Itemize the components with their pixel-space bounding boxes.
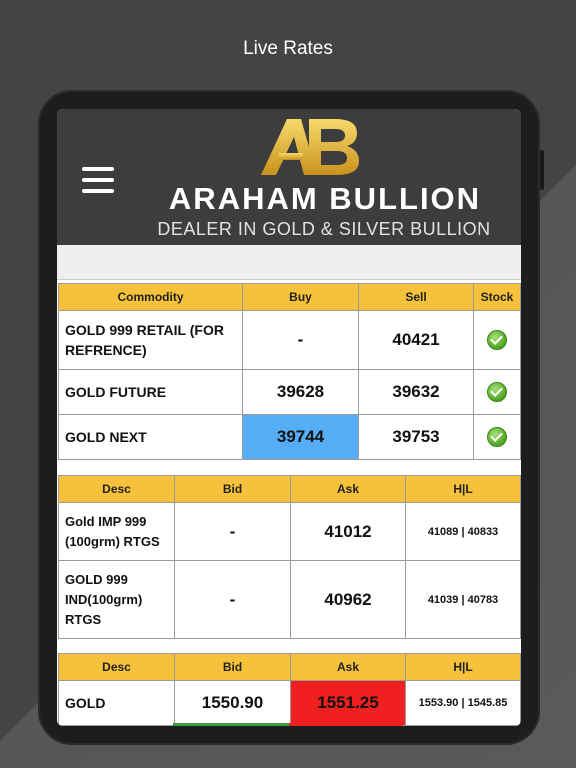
brand-name: ARAHAM BULLION [168, 181, 482, 216]
buy-value: 39628 [242, 369, 359, 415]
col-header-ask: Ask [290, 475, 406, 503]
ask-value: 40962 [290, 560, 406, 639]
table-row: GOLD 1550.90 1551.25 1553.90 | 1545.85 [58, 680, 521, 726]
stock-cell [473, 310, 521, 370]
commodity-name: GOLD FUTURE [58, 369, 243, 415]
bid-up-indicator [173, 723, 289, 726]
high-low-value: 41039 | 40783 [405, 560, 521, 639]
green-check-icon [487, 382, 507, 402]
commodity-name: GOLD 999 RETAIL (FOR REFRENCE) [58, 310, 243, 370]
tablet-frame: ARAHAM BULLION DEALER IN GOLD & SILVER B… [38, 90, 544, 745]
table-header-row: Desc Bid Ask H|L [58, 475, 521, 503]
brand-logo [261, 119, 359, 175]
col-header-sell: Sell [358, 283, 474, 311]
ask-value: 1551.25 [290, 680, 406, 726]
high-low-value: 1553.90 | 1545.85 [405, 680, 521, 726]
commodity-table: Commodity Buy Sell Stock GOLD 999 RETAIL… [58, 283, 521, 460]
stock-cell [473, 369, 521, 415]
table-row: Gold IMP 999 (100grm) RTGS - 41012 41089… [58, 502, 521, 561]
stock-cell [473, 414, 521, 460]
desc-cell: GOLD 999 IND(100grm) RTGS [58, 560, 175, 639]
ask-down-indicator [289, 723, 403, 726]
buy-value: - [242, 310, 359, 370]
hamburger-menu-icon[interactable] [82, 167, 114, 193]
app-header: ARAHAM BULLION DEALER IN GOLD & SILVER B… [57, 109, 521, 245]
high-low-value: 41089 | 40833 [405, 502, 521, 561]
table-row: GOLD FUTURE 39628 39632 [58, 369, 521, 415]
international-table: Desc Bid Ask H|L GOLD 1550.90 1551.25 15… [58, 653, 521, 726]
commodity-name: GOLD NEXT [58, 414, 243, 460]
table-row: GOLD 999 RETAIL (FOR REFRENCE) - 40421 [58, 310, 521, 370]
col-header-ask: Ask [290, 653, 406, 681]
tablet-side-button [540, 150, 544, 190]
col-header-desc: Desc [58, 653, 175, 681]
sell-value: 39632 [358, 369, 474, 415]
page-caption: Live Rates [243, 38, 333, 59]
app-screen: ARAHAM BULLION DEALER IN GOLD & SILVER B… [57, 109, 521, 726]
sell-value: 40421 [358, 310, 474, 370]
col-header-commodity: Commodity [58, 283, 243, 311]
bid-value: - [174, 502, 291, 561]
col-header-hl: H|L [405, 653, 521, 681]
table-header-row: Commodity Buy Sell Stock [58, 283, 521, 311]
bid-value: 1550.90 [174, 680, 291, 726]
buy-value: 39744 [242, 414, 359, 460]
col-header-bid: Bid [174, 653, 291, 681]
table-row: GOLD 999 IND(100grm) RTGS - 40962 41039 … [58, 560, 521, 639]
col-header-stock: Stock [473, 283, 521, 311]
table-header-row: Desc Bid Ask H|L [58, 653, 521, 681]
marquee-bar [57, 245, 521, 280]
col-header-hl: H|L [405, 475, 521, 503]
green-check-icon [487, 330, 507, 350]
desc-cell: GOLD [58, 680, 175, 726]
col-header-buy: Buy [242, 283, 359, 311]
bid-ask-table: Desc Bid Ask H|L Gold IMP 999 (100grm) R… [58, 475, 521, 639]
bid-value: - [174, 560, 291, 639]
table-row: GOLD NEXT 39744 39753 [58, 414, 521, 460]
ask-value: 41012 [290, 502, 406, 561]
brand-tagline: DEALER IN GOLD & SILVER BULLION [157, 219, 491, 239]
green-check-icon [487, 427, 507, 447]
col-header-desc: Desc [58, 475, 175, 503]
sell-value: 39753 [358, 414, 474, 460]
desc-cell: Gold IMP 999 (100grm) RTGS [58, 502, 175, 561]
col-header-bid: Bid [174, 475, 291, 503]
